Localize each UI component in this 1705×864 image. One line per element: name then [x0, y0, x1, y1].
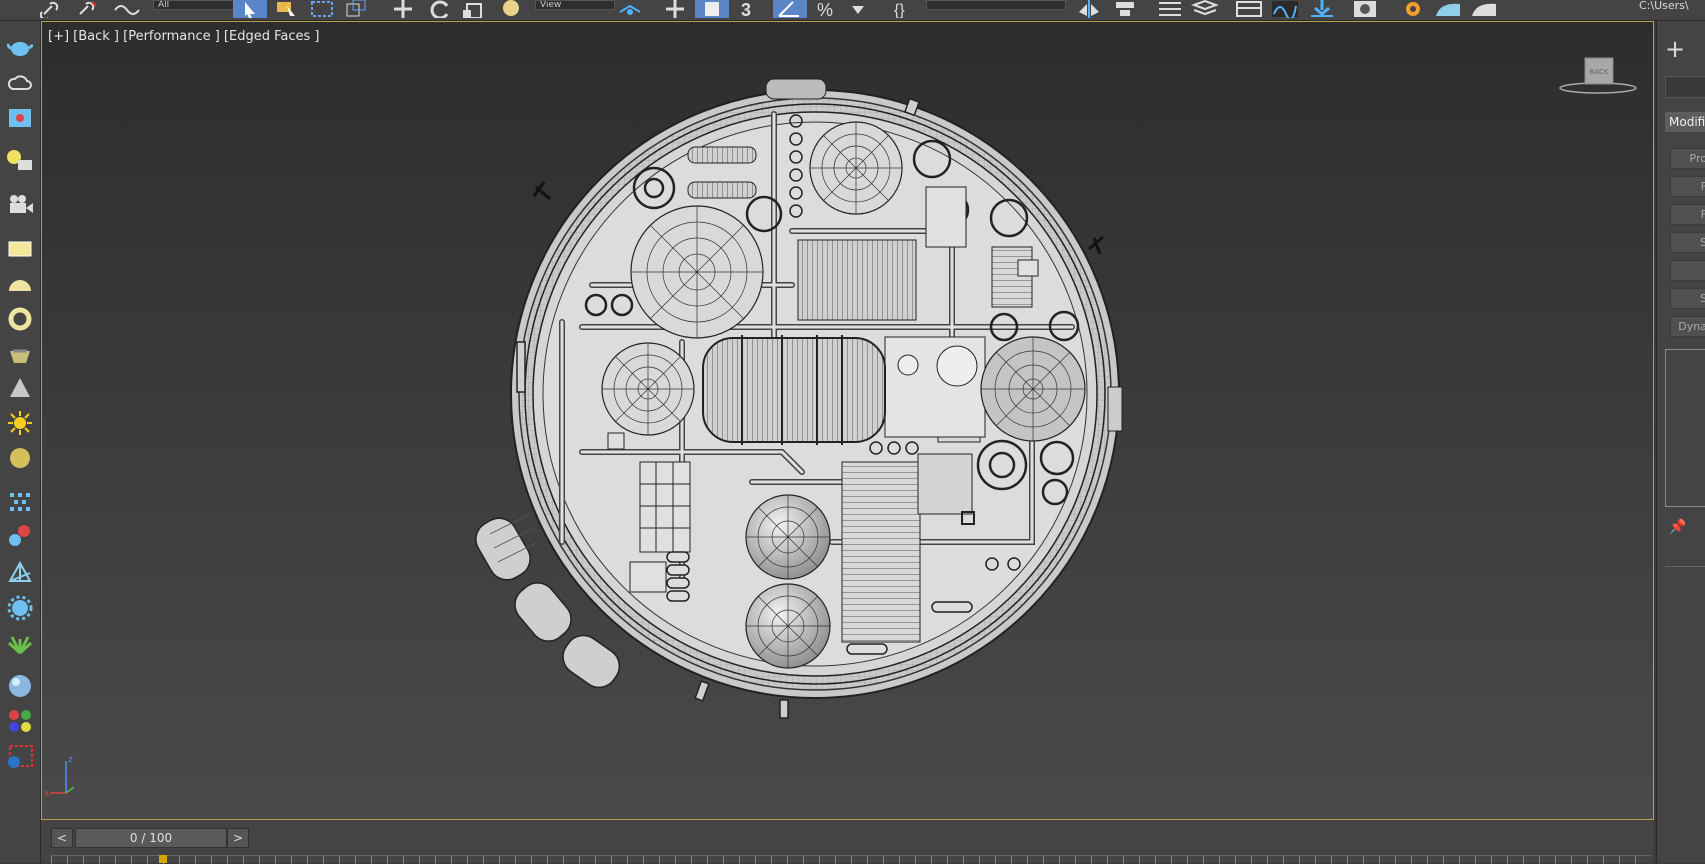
render-production-icon[interactable] — [1469, 0, 1499, 18]
create-tab-icon[interactable]: + — [1665, 37, 1685, 61]
modifier-button-3[interactable]: F — [1670, 204, 1705, 225]
main-toolbar: All View 3 % {} C:\Users\ — [0, 0, 1705, 21]
select-object-icon[interactable] — [233, 0, 267, 18]
link-icon[interactable] — [40, 0, 64, 18]
teapot-icon[interactable] — [5, 32, 35, 62]
modifier-button-6[interactable]: S — [1670, 288, 1705, 309]
torus-icon[interactable] — [5, 304, 35, 334]
snaps-toggle-icon[interactable]: 3 — [737, 0, 767, 18]
foliage-icon[interactable] — [5, 628, 35, 658]
hemisphere-icon[interactable] — [5, 269, 35, 299]
time-slider: < 0 / 100 > — [41, 820, 1654, 864]
model-wireframe[interactable] — [42, 22, 1654, 820]
modifier-list-dropdown[interactable]: Modifier List — [1665, 112, 1705, 132]
render-frame-icon[interactable] — [5, 103, 35, 133]
rectangular-selection-icon[interactable] — [308, 0, 338, 18]
next-frame-button[interactable]: > — [227, 828, 249, 848]
basket-icon[interactable] — [5, 339, 35, 369]
light-list-icon[interactable] — [5, 145, 35, 175]
placement-icon[interactable] — [498, 0, 528, 18]
project-path: C:\Users\ — [1639, 0, 1689, 12]
cone-icon[interactable] — [5, 373, 35, 403]
spinner-snap-icon[interactable] — [848, 0, 868, 18]
rotate-icon[interactable] — [425, 0, 455, 18]
edit-named-selection-icon[interactable]: {} — [890, 0, 920, 18]
svg-text:%: % — [817, 0, 833, 18]
object-name-field[interactable] — [1665, 76, 1705, 98]
material-map-icon[interactable] — [5, 706, 35, 736]
modifier-button-1[interactable]: Pro — [1670, 148, 1705, 169]
previous-frame-button[interactable]: < — [51, 828, 73, 848]
select-by-name-icon[interactable] — [273, 0, 301, 18]
left-tool-strip — [0, 21, 41, 863]
command-panel: + Modifier List Pro F F S S Dyna 📌 — [1656, 21, 1705, 863]
layer-explorer-icon[interactable] — [1190, 0, 1220, 18]
curve-editor-icon[interactable] — [1270, 0, 1300, 18]
axis-x-label: x — [44, 789, 50, 797]
sphere-icon[interactable] — [5, 443, 35, 473]
material-sphere-icon[interactable] — [5, 671, 35, 701]
pivot-center-icon[interactable] — [616, 0, 644, 18]
lattice-icon[interactable] — [5, 558, 35, 588]
cloud-icon[interactable] — [5, 68, 35, 98]
reference-coordinate-dropdown[interactable]: View — [535, 0, 615, 10]
modifier-button-4[interactable]: S — [1670, 232, 1705, 253]
sun-icon[interactable] — [5, 408, 35, 438]
modifier-button-5[interactable] — [1670, 260, 1705, 281]
bind-space-warp-icon[interactable] — [113, 0, 141, 18]
percent-snap-icon[interactable]: % — [815, 0, 845, 18]
select-manipulate-icon[interactable] — [660, 0, 690, 18]
unlink-icon[interactable] — [76, 0, 100, 18]
ribbon-toggle-icon[interactable] — [1234, 0, 1264, 18]
selection-filter-dropdown[interactable]: All — [153, 0, 237, 10]
panel-divider — [1665, 566, 1705, 567]
dynamics-icon[interactable] — [5, 521, 35, 551]
gear-icon[interactable] — [5, 593, 35, 623]
move-icon[interactable] — [388, 0, 418, 18]
frame-slider[interactable]: 0 / 100 — [75, 828, 227, 848]
scene-explorer-icon[interactable] — [1155, 0, 1185, 18]
angle-snap-icon[interactable] — [773, 0, 807, 18]
render-frame-window-icon[interactable] — [1433, 0, 1463, 18]
modifier-button-2[interactable]: F — [1670, 176, 1705, 197]
render-setup-icon[interactable] — [1398, 0, 1428, 18]
material-editor-icon[interactable] — [1350, 0, 1380, 18]
axis-z-label: z — [68, 755, 73, 765]
render-setup-icon[interactable] — [5, 741, 35, 771]
camera-icon[interactable] — [5, 189, 35, 219]
back-viewport[interactable]: [+] [Back ] [Performance ] [Edged Faces … — [41, 21, 1654, 820]
plane-icon[interactable] — [5, 234, 35, 264]
current-frame-marker[interactable] — [159, 855, 167, 863]
pin-stack-icon[interactable]: 📌 — [1669, 519, 1686, 535]
keyboard-shortcut-override-icon[interactable] — [695, 0, 729, 18]
scale-icon[interactable] — [461, 0, 491, 18]
modifier-button-7[interactable]: Dyna — [1670, 316, 1705, 337]
mirror-icon[interactable] — [1075, 0, 1105, 18]
svg-text:{}: {} — [894, 2, 905, 18]
align-icon[interactable] — [1110, 0, 1140, 18]
modifier-stack[interactable] — [1665, 349, 1705, 507]
axis-tripod: z x — [44, 755, 75, 797]
window-crossing-icon[interactable] — [343, 0, 373, 18]
named-selection-sets-dropdown[interactable] — [926, 0, 1066, 10]
svg-text:3: 3 — [741, 0, 751, 18]
particles-icon[interactable] — [5, 486, 35, 516]
schematic-view-icon[interactable] — [1307, 0, 1337, 18]
